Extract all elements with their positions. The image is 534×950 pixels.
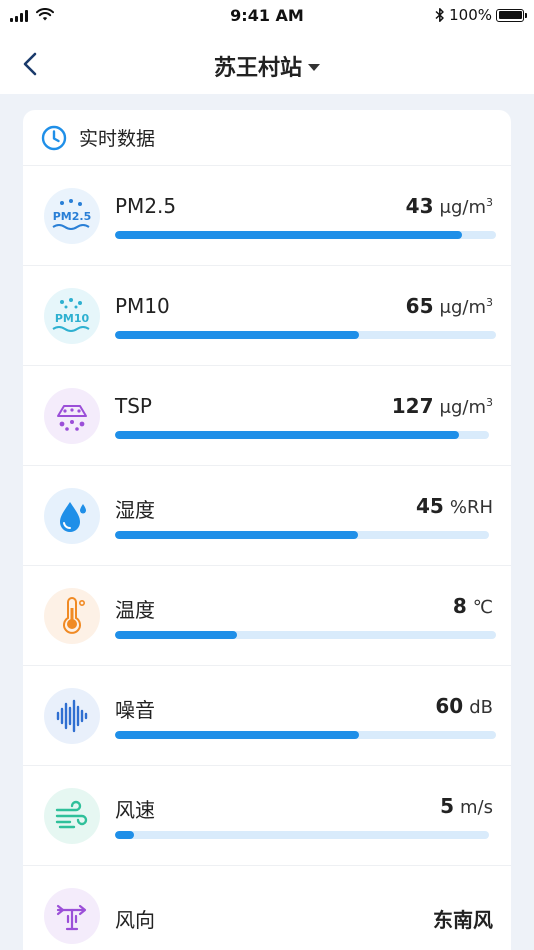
- metric-row-wind-speed[interactable]: 风速 5 m/s: [23, 766, 511, 866]
- metric-value: 127 μg/m3: [391, 394, 493, 418]
- battery-icon: [496, 8, 527, 22]
- metric-name: 风向: [115, 908, 155, 932]
- thermometer-icon: [44, 588, 100, 644]
- battery-percent: 100%: [449, 6, 492, 24]
- metric-value: 43 μg/m3: [405, 194, 493, 218]
- level-bar: [115, 831, 489, 839]
- metric-name: 湿度: [115, 498, 155, 522]
- metric-row-humidity[interactable]: 湿度 45 %RH: [23, 466, 511, 566]
- metric-row-noise[interactable]: 噪音 60 dB: [23, 666, 511, 766]
- card-header: 实时数据: [23, 110, 511, 166]
- page-title: 苏王村站: [213, 56, 302, 81]
- svg-text:PM2.5: PM2.5: [53, 210, 92, 223]
- level-bar-fill: [115, 831, 134, 839]
- metric-name: PM10: [115, 294, 170, 318]
- level-bar: [115, 531, 489, 539]
- bluetooth-icon: [435, 8, 444, 22]
- level-bar-fill: [115, 631, 237, 639]
- metric-row-pm25[interactable]: PM2.5 PM2.5 43 μg/m3: [23, 166, 511, 266]
- status-bar: 9:41 AM 100%: [0, 0, 534, 34]
- metric-row-pm10[interactable]: PM10 PM10 65 μg/m3: [23, 266, 511, 366]
- level-bar: [115, 631, 496, 639]
- card-title: 实时数据: [79, 128, 156, 150]
- level-bar: [115, 431, 489, 439]
- wind-vane-icon: [44, 888, 100, 944]
- station-selector[interactable]: 苏王村站: [0, 50, 534, 82]
- metric-name: 温度: [115, 598, 155, 622]
- level-bar: [115, 231, 496, 239]
- pm10-icon: PM10: [44, 288, 100, 344]
- metric-name: TSP: [115, 394, 152, 418]
- sound-wave-icon: [44, 688, 100, 744]
- metric-name: 风速: [115, 798, 155, 822]
- svg-text:PM10: PM10: [55, 312, 90, 325]
- level-bar-fill: [115, 331, 359, 339]
- metric-value: 60 dB: [435, 694, 493, 718]
- metric-value: 65 μg/m3: [405, 294, 493, 318]
- metric-row-temperature[interactable]: 温度 8 ℃: [23, 566, 511, 666]
- level-bar-fill: [115, 731, 359, 739]
- level-bar: [115, 731, 496, 739]
- metric-value: 45 %RH: [416, 494, 493, 518]
- metric-name: PM2.5: [115, 194, 177, 218]
- clock-icon: [41, 125, 67, 150]
- metric-value: 5 m/s: [440, 794, 493, 818]
- metric-row-tsp[interactable]: TSP 127 μg/m3: [23, 366, 511, 466]
- realtime-data-card: 实时数据 PM2.5 PM2.5 43 μg/m3 PM10 PM10 65 μg/…: [23, 110, 511, 950]
- tsp-icon: [44, 388, 100, 444]
- humidity-drop-icon: [44, 488, 100, 544]
- metric-value: 东南风: [433, 908, 493, 932]
- metric-value: 8 ℃: [452, 594, 493, 618]
- metric-row-wind-direction[interactable]: 风向 东南风: [23, 866, 511, 950]
- nav-bar: 苏王村站: [0, 34, 534, 94]
- level-bar: [115, 331, 496, 339]
- caret-down-icon: [308, 63, 320, 71]
- pm25-icon: PM2.5: [44, 188, 100, 244]
- wind-icon: [44, 788, 100, 844]
- level-bar-fill: [115, 231, 462, 239]
- level-bar-fill: [115, 531, 359, 539]
- metric-name: 噪音: [115, 698, 155, 722]
- level-bar-fill: [115, 431, 460, 439]
